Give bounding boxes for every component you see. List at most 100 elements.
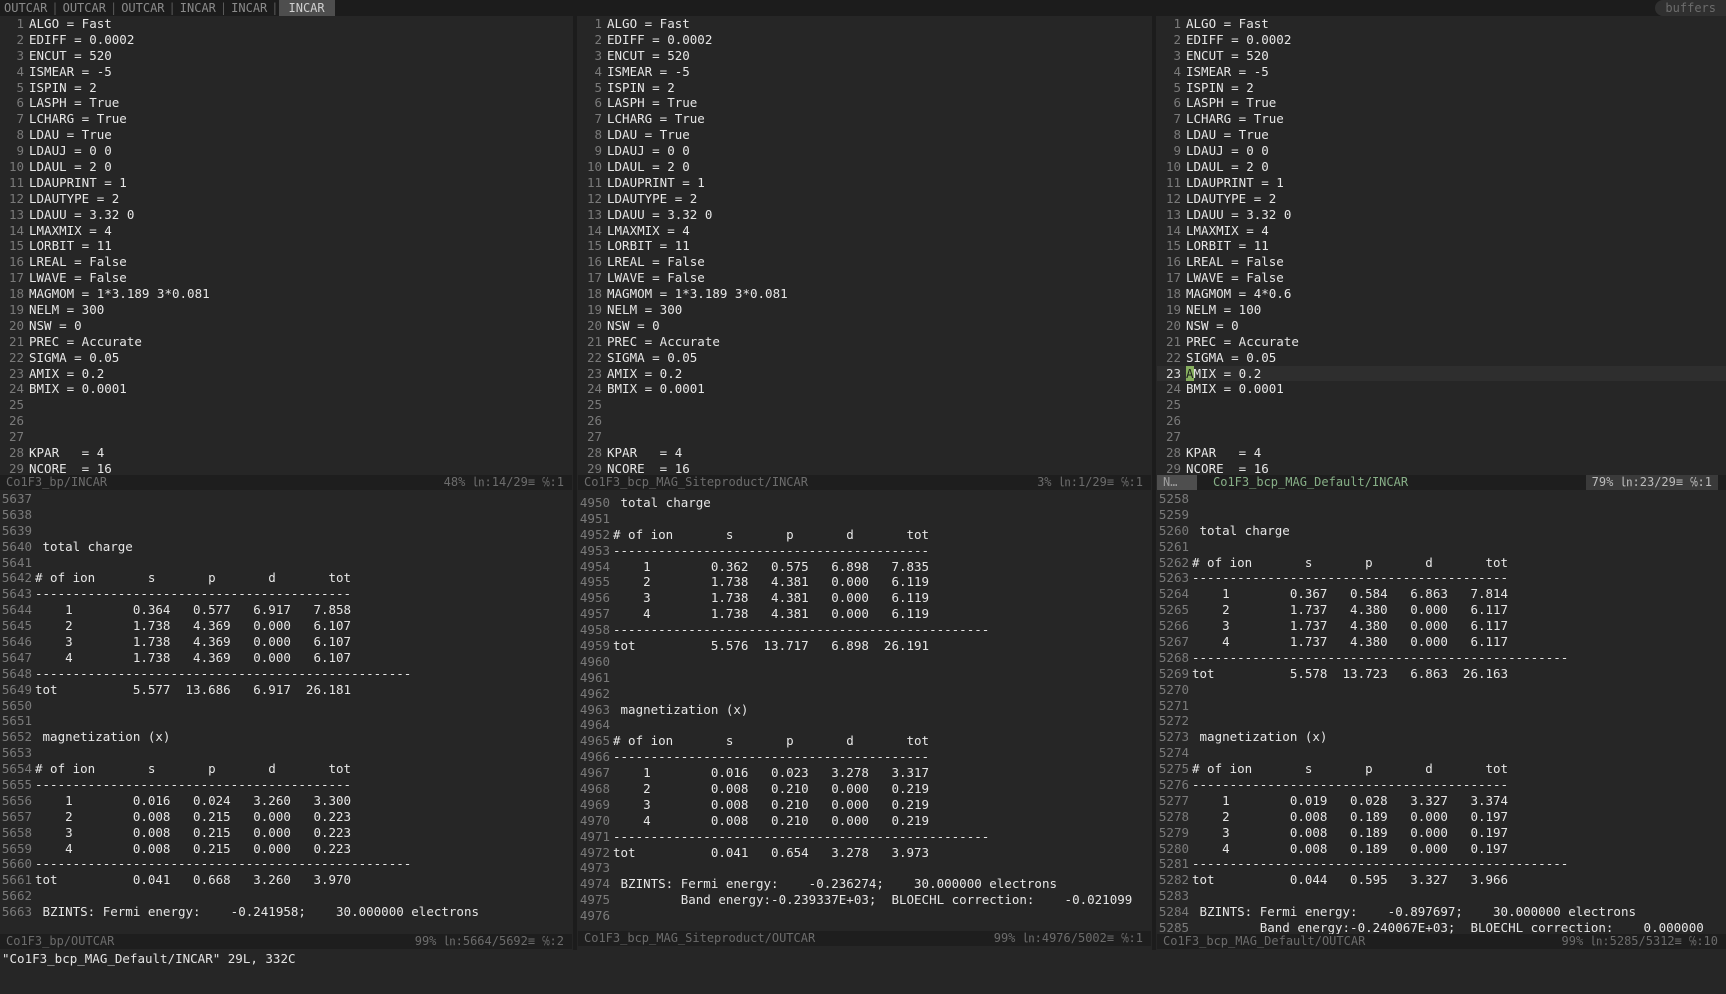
editor-line[interactable]: 14 LMAXMIX = 4	[578, 223, 1151, 239]
editor-line[interactable]: 5271	[1157, 698, 1726, 714]
editor-line[interactable]: 5662	[0, 888, 572, 904]
editor-line[interactable]: 5 ISPIN = 2	[0, 80, 572, 96]
editor-line[interactable]: 4 ISMEAR = -5	[578, 64, 1151, 80]
editor-line[interactable]: 9 LDAUJ = 0 0	[1157, 143, 1726, 159]
editor-line[interactable]: 12 LDAUTYPE = 2	[578, 191, 1151, 207]
editor-line[interactable]: 28 KPAR = 4	[0, 445, 572, 461]
editor-line[interactable]: 16 LREAL = False	[0, 254, 572, 270]
editor-line[interactable]: 26	[0, 413, 572, 429]
editor-line[interactable]: 5661 tot 0.041 0.668 3.260 3.970	[0, 872, 572, 888]
editor-line[interactable]: 4952 # of ion s p d tot	[578, 527, 1151, 543]
editor-line[interactable]: 1 ALGO = Fast	[1157, 16, 1726, 32]
editor-line[interactable]: 24 BMIX = 0.0001	[1157, 381, 1726, 397]
editor-line[interactable]: 18 MAGMOM = 4*0.6	[1157, 286, 1726, 302]
editor-line[interactable]: 13 LDAUU = 3.32 0	[578, 207, 1151, 223]
editor-line[interactable]: 4955 2 1.738 4.381 0.000 6.119	[578, 574, 1151, 590]
editor-line[interactable]: 3 ENCUT = 520	[1157, 48, 1726, 64]
editor-line[interactable]: 25	[0, 397, 572, 413]
editor-line[interactable]: 4975 Band energy:-0.239337E+03; BLOECHL …	[578, 892, 1151, 908]
tab-incar[interactable]: INCAR	[278, 0, 335, 16]
editor-line[interactable]: 5262 # of ion s p d tot	[1157, 555, 1726, 571]
editor-line[interactable]: 5652 magnetization (x)	[0, 729, 572, 745]
editor-line[interactable]: 5267 4 1.737 4.380 0.000 6.117	[1157, 634, 1726, 650]
editor-line[interactable]: 6 LASPH = True	[0, 95, 572, 111]
editor-line[interactable]: 5266 3 1.737 4.380 0.000 6.117	[1157, 618, 1726, 634]
editor-line[interactable]: 13 LDAUU = 3.32 0	[0, 207, 572, 223]
editor-line[interactable]: 25	[578, 397, 1151, 413]
editor-line[interactable]: 5657 2 0.008 0.215 0.000 0.223	[0, 809, 572, 825]
editor-line[interactable]: 23 AMIX = 0.2	[578, 366, 1151, 382]
editor-line[interactable]: 5278 2 0.008 0.189 0.000 0.197	[1157, 809, 1726, 825]
editor-line[interactable]: 4956 3 1.738 4.381 0.000 6.119	[578, 590, 1151, 606]
editor-line[interactable]: 25	[1157, 397, 1726, 413]
editor-line[interactable]: 5649 tot 5.577 13.686 6.917 26.181	[0, 682, 572, 698]
editor-line[interactable]: 4964	[578, 717, 1151, 733]
editor-line[interactable]: 5653	[0, 745, 572, 761]
editor-line[interactable]: 27	[1157, 429, 1726, 445]
editor-line[interactable]: 10 LDAUL = 2 0	[1157, 159, 1726, 175]
editor-line[interactable]: 23 AMIX = 0.2	[0, 366, 572, 382]
editor-line[interactable]: 16 LREAL = False	[1157, 254, 1726, 270]
editor-line[interactable]: 27	[0, 429, 572, 445]
editor-line[interactable]: 6 LASPH = True	[578, 95, 1151, 111]
editor-line[interactable]: 5651	[0, 713, 572, 729]
editor-line[interactable]: 5275 # of ion s p d tot	[1157, 761, 1726, 777]
editor-line[interactable]: 17 LWAVE = False	[1157, 270, 1726, 286]
editor-line[interactable]: 11 LDAUPRINT = 1	[578, 175, 1151, 191]
editor-line[interactable]: 11 LDAUPRINT = 1	[1157, 175, 1726, 191]
editor-line[interactable]: 4971 ------------------------------------…	[578, 829, 1151, 845]
editor-line[interactable]: 5663 BZINTS: Fermi energy: -0.241958; 30…	[0, 904, 572, 920]
editor-line[interactable]: 5647 4 1.738 4.369 0.000 6.107	[0, 650, 572, 666]
editor-line[interactable]: 5282 tot 0.044 0.595 3.327 3.966	[1157, 872, 1726, 888]
editor-line[interactable]: 5659 4 0.008 0.215 0.000 0.223	[0, 841, 572, 857]
editor-line[interactable]: 4969 3 0.008 0.210 0.000 0.219	[578, 797, 1151, 813]
tab-outcar[interactable]: OUTCAR	[117, 0, 168, 16]
editor-line[interactable]: 21 PREC = Accurate	[0, 334, 572, 350]
editor-line[interactable]: 18 MAGMOM = 1*3.189 3*0.081	[578, 286, 1151, 302]
tab-incar[interactable]: INCAR	[176, 0, 220, 16]
editor-line[interactable]: 20 NSW = 0	[1157, 318, 1726, 334]
editor-line[interactable]: 26	[578, 413, 1151, 429]
editor-line[interactable]: 21 PREC = Accurate	[578, 334, 1151, 350]
editor-line[interactable]: 15 LORBIT = 11	[1157, 238, 1726, 254]
editor-line[interactable]: 4957 4 1.738 4.381 0.000 6.119	[578, 606, 1151, 622]
editor-line[interactable]: 1 ALGO = Fast	[0, 16, 572, 32]
editor-line[interactable]: 4967 1 0.016 0.023 3.278 3.317	[578, 765, 1151, 781]
editor-line[interactable]: 4976	[578, 908, 1151, 924]
editor-line[interactable]: 7 LCHARG = True	[1157, 111, 1726, 127]
editor-line[interactable]: 4958 ------------------------------------…	[578, 622, 1151, 638]
editor-line[interactable]: 8 LDAU = True	[0, 127, 572, 143]
editor-line[interactable]: 5281 ------------------------------------…	[1157, 856, 1726, 872]
editor-line[interactable]: 10 LDAUL = 2 0	[0, 159, 572, 175]
editor-line[interactable]: 4961	[578, 670, 1151, 686]
editor-line[interactable]: 4 ISMEAR = -5	[0, 64, 572, 80]
editor-line[interactable]: 22 SIGMA = 0.05	[578, 350, 1151, 366]
editor-line[interactable]: 4953 ------------------------------------…	[578, 543, 1151, 559]
editor-line[interactable]: 5639	[0, 523, 572, 539]
editor-line[interactable]: 4963 magnetization (x)	[578, 702, 1151, 718]
editor-line[interactable]: 5637	[0, 491, 572, 507]
editor-line[interactable]: 9 LDAUJ = 0 0	[578, 143, 1151, 159]
command-line[interactable]: "Co1F3_bcp_MAG_Default/INCAR" 29L, 332C	[0, 950, 1726, 967]
editor-line[interactable]: 5644 1 0.364 0.577 6.917 7.858	[0, 602, 572, 618]
editor-line[interactable]: 4960	[578, 654, 1151, 670]
editor-line[interactable]: 19 NELM = 300	[0, 302, 572, 318]
editor-line[interactable]: 5 ISPIN = 2	[1157, 80, 1726, 96]
tab-outcar[interactable]: OUTCAR	[59, 0, 110, 16]
editor-line[interactable]: 5277 1 0.019 0.028 3.327 3.374	[1157, 793, 1726, 809]
editor-line[interactable]: 24 BMIX = 0.0001	[0, 381, 572, 397]
editor-line[interactable]: 5259	[1157, 507, 1726, 523]
editor-line[interactable]: 5 ISPIN = 2	[578, 80, 1151, 96]
pane-outcar-bp[interactable]: 5637 5638 5639 5640 total charge 5641 5642 # o…	[0, 491, 572, 936]
editor-line[interactable]: 5640 total charge	[0, 539, 572, 555]
editor-line[interactable]: 5641	[0, 555, 572, 571]
pane-incar-siteproduct[interactable]: 1 ALGO = Fast 2 EDIFF = 0.0002 3 ENCUT = 520 4…	[578, 16, 1151, 481]
editor-line[interactable]: 4965 # of ion s p d tot	[578, 733, 1151, 749]
tab-incar[interactable]: INCAR	[227, 0, 271, 16]
editor-line[interactable]: 5274	[1157, 745, 1726, 761]
editor-line[interactable]: 5650	[0, 698, 572, 714]
editor-line[interactable]: 2 EDIFF = 0.0002	[578, 32, 1151, 48]
editor-line[interactable]: 19 NELM = 300	[578, 302, 1151, 318]
editor-line[interactable]: 28 KPAR = 4	[578, 445, 1151, 461]
editor-line[interactable]: 5265 2 1.737 4.380 0.000 6.117	[1157, 602, 1726, 618]
